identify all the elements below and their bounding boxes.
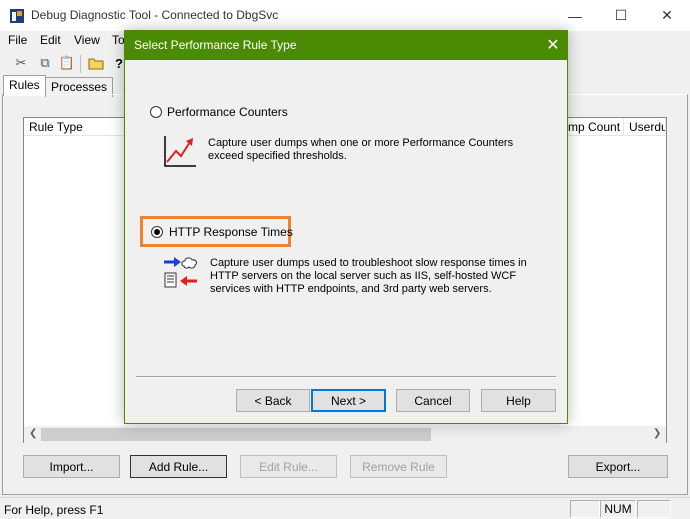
edit-rule-button[interactable]: Edit Rule... (240, 455, 337, 478)
remove-rule-button[interactable]: Remove Rule (350, 455, 447, 478)
debugdiag-app-icon (9, 8, 25, 24)
column-header-userdump[interactable]: Userdu (624, 118, 666, 136)
menu-view[interactable]: View (74, 33, 100, 47)
http-response-times-radio[interactable] (151, 226, 163, 238)
next-button[interactable]: Next > (311, 389, 386, 412)
close-button[interactable]: ✕ (644, 0, 690, 31)
menu-tools[interactable]: To (112, 33, 125, 47)
status-pane-caps (570, 500, 600, 518)
open-folder-icon[interactable] (87, 54, 105, 72)
column-header-dump-count[interactable]: mp Count (566, 118, 624, 136)
window-title: Debug Diagnostic Tool - Connected to Dbg… (31, 8, 279, 22)
cancel-button[interactable]: Cancel (396, 389, 470, 412)
http-response-times-label[interactable]: HTTP Response Times (169, 225, 293, 239)
performance-counters-description: Capture user dumps when one or more Perf… (208, 137, 514, 162)
http-request-response-icon (162, 254, 200, 290)
dialog-close-button[interactable]: ✕ (538, 30, 568, 60)
dialog-separator (136, 376, 556, 378)
scrollbar-thumb[interactable] (41, 428, 431, 441)
rising-graph-icon (162, 134, 198, 168)
minimize-button[interactable]: — (552, 0, 598, 31)
menu-edit[interactable]: Edit (40, 33, 61, 47)
paste-icon[interactable]: 📋 (58, 54, 76, 72)
back-button[interactable]: < Back (236, 389, 310, 412)
import-button[interactable]: Import... (23, 455, 120, 478)
scroll-right-arrow-icon[interactable]: ❯ (653, 428, 661, 439)
performance-counters-radio[interactable] (150, 106, 162, 118)
status-text: For Help, press F1 (4, 503, 104, 517)
cut-icon[interactable]: ✂ (12, 54, 30, 72)
help-button[interactable]: Help (481, 389, 556, 412)
maximize-button[interactable]: ☐ (598, 0, 644, 31)
scroll-left-arrow-icon[interactable]: ❮ (29, 428, 37, 439)
tab-rules[interactable]: Rules (3, 75, 46, 96)
add-rule-button[interactable]: Add Rule... (130, 455, 227, 478)
copy-icon[interactable]: ⧉ (36, 54, 54, 72)
status-pane-scroll (637, 500, 671, 518)
http-response-times-description: Capture user dumps used to troubleshoot … (210, 257, 527, 295)
dialog-title: Select Performance Rule Type (134, 38, 297, 52)
export-button[interactable]: Export... (568, 455, 668, 478)
toolbar-separator (80, 55, 81, 73)
menu-file[interactable]: File (8, 33, 27, 47)
status-pane-num: NUM (600, 500, 636, 518)
performance-counters-label[interactable]: Performance Counters (167, 105, 288, 119)
